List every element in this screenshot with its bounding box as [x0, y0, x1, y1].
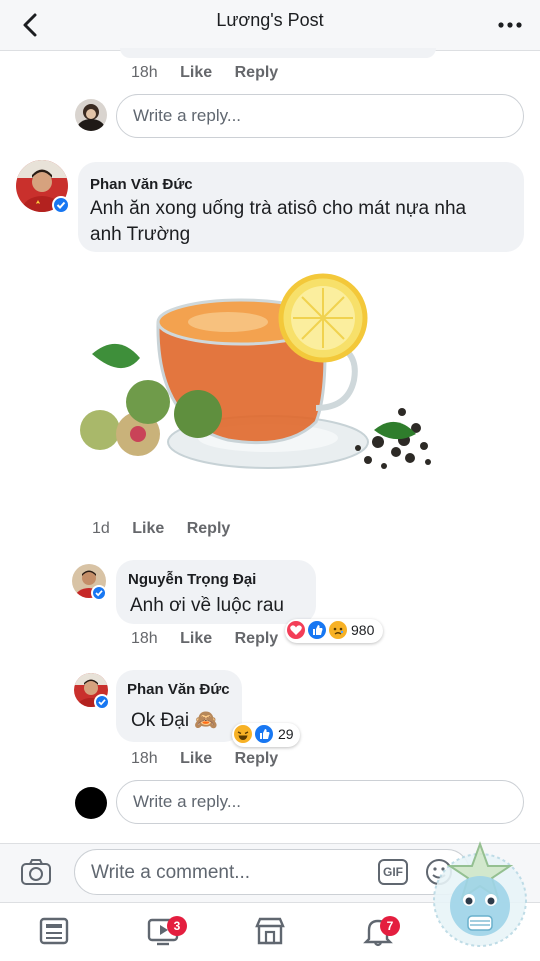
comment-bubble: Phan Văn Đức Anh ăn xong uống trà atisô …	[78, 162, 524, 252]
reply-input-placeholder: Write a reply...	[133, 792, 242, 811]
reply-actions: 18h Like Reply	[131, 750, 296, 768]
reply-button[interactable]: Reply	[235, 64, 279, 81]
like-reaction-icon	[254, 724, 274, 744]
gif-button[interactable]: GIF	[378, 859, 408, 885]
reply-bubble: Phan Văn Đức Ok Đại 🙈	[116, 670, 242, 742]
like-reaction-icon	[307, 620, 327, 640]
reaction-summary[interactable]: 980	[285, 619, 383, 643]
reaction-summary[interactable]: 29	[232, 723, 300, 747]
tea-image-illustration	[78, 262, 440, 512]
haha-reaction-icon	[233, 724, 253, 744]
comment-input[interactable]: Write a comment...	[74, 849, 470, 895]
reply-time: 18h	[131, 630, 158, 647]
reply-button[interactable]: Reply	[235, 750, 279, 767]
previous-comment-bubble	[120, 48, 436, 58]
camera-icon[interactable]	[20, 857, 52, 887]
verified-badge-icon	[94, 694, 110, 710]
marketplace-icon[interactable]	[254, 915, 286, 947]
notifications-badge: 7	[380, 916, 400, 936]
reply-author[interactable]: Phan Văn Đức	[127, 681, 230, 698]
reply-text: Ok Đại 🙈	[131, 710, 219, 731]
reply-author[interactable]: Nguyễn Trọng Đại	[128, 571, 256, 588]
comment-image[interactable]	[78, 262, 440, 512]
like-button[interactable]: Like	[180, 750, 212, 767]
comment-time: 18h	[131, 64, 158, 81]
comment-text-line-1: Anh ăn xong uống trà atisô cho mát nựa n…	[90, 198, 467, 219]
previous-comment-actions: 18h Like Reply	[131, 64, 296, 82]
current-user-avatar	[75, 787, 107, 819]
verified-badge-icon	[52, 196, 70, 214]
reply-input[interactable]: Write a reply...	[116, 94, 524, 138]
like-button[interactable]: Like	[180, 64, 212, 81]
reply-button[interactable]: Reply	[235, 630, 279, 647]
reply-input-placeholder: Write a reply...	[133, 106, 242, 125]
comment-author[interactable]: Phan Văn Đức	[90, 176, 193, 193]
comment-text-line-2: anh Trường	[90, 224, 191, 245]
watermark-logo	[433, 841, 527, 947]
page-title: Lương's Post	[216, 10, 324, 30]
comment-input-placeholder: Write a comment...	[91, 862, 251, 883]
more-options-icon[interactable]	[498, 22, 522, 28]
reply-time: 18h	[131, 750, 158, 767]
like-button[interactable]: Like	[132, 520, 164, 537]
sad-reaction-icon	[328, 620, 348, 640]
like-button[interactable]: Like	[180, 630, 212, 647]
reply-bubble: Nguyễn Trọng Đại Anh ơi về luộc rau	[116, 560, 316, 624]
comment-time: 1d	[92, 520, 110, 537]
reply-text: Anh ơi về luộc rau	[130, 595, 284, 616]
current-user-avatar	[75, 99, 107, 131]
reply-button[interactable]: Reply	[187, 520, 231, 537]
watch-badge: 3	[167, 916, 187, 936]
reply-actions: 18h Like Reply	[131, 630, 296, 648]
news-feed-icon[interactable]	[38, 915, 70, 947]
reaction-count: 980	[351, 622, 375, 638]
reply-input[interactable]: Write a reply...	[116, 780, 524, 824]
comment-actions: 1d Like Reply	[92, 520, 248, 538]
love-reaction-icon	[286, 620, 306, 640]
reaction-count: 29	[278, 726, 294, 742]
verified-badge-icon	[91, 585, 107, 601]
